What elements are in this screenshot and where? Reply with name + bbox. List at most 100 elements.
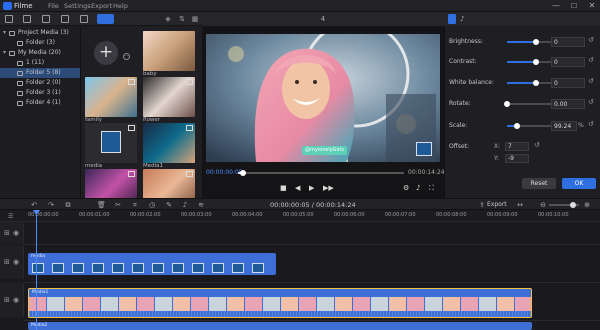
playhead[interactable] xyxy=(36,210,37,330)
media-thumbnail[interactable]: Media1 xyxy=(143,123,195,169)
slider-handle[interactable] xyxy=(504,101,510,107)
copy-icon[interactable]: ⧉ xyxy=(64,201,72,209)
white-balance-value[interactable]: 0 xyxy=(551,78,585,88)
reset-icon[interactable]: ↺ xyxy=(588,36,594,44)
grid-view-icon[interactable]: ▦ xyxy=(191,15,199,23)
menu-file[interactable]: File xyxy=(48,2,59,10)
next-frame-icon[interactable]: ▶▶ xyxy=(323,184,334,192)
zoom-slider[interactable] xyxy=(549,202,579,208)
tree-item[interactable]: Folder (3) xyxy=(0,38,80,48)
preview-scrubber[interactable] xyxy=(238,170,404,176)
split-icon[interactable]: ✂ xyxy=(114,201,122,209)
reset-icon[interactable]: ↺ xyxy=(588,56,594,64)
export-button[interactable]: Export xyxy=(487,201,507,208)
zoom-out-icon[interactable]: ⊖ xyxy=(539,201,547,209)
slider-handle[interactable] xyxy=(533,39,539,45)
video-properties-tab-icon[interactable] xyxy=(448,14,456,24)
video-badge-icon xyxy=(128,79,135,85)
contrast-value[interactable]: 0 xyxy=(551,57,585,67)
more-icon[interactable]: ⋯ xyxy=(123,53,130,60)
thumbnail-image xyxy=(143,31,195,71)
expand-icon[interactable]: ▾ xyxy=(3,28,6,38)
effects-tab-icon[interactable] xyxy=(80,15,88,23)
reset-button[interactable]: Reset xyxy=(522,178,556,189)
fullscreen-icon[interactable]: ⛶ xyxy=(429,184,434,193)
menu-settings[interactable]: Settings xyxy=(64,2,91,10)
slider-handle[interactable] xyxy=(513,123,520,129)
maximize-button[interactable]: ☐ xyxy=(566,0,582,12)
tree-item[interactable]: Folder 3 (1) xyxy=(0,88,80,98)
export-icon[interactable]: ⇪ xyxy=(478,201,486,209)
tree-item[interactable]: ▾ My Media (20) xyxy=(0,48,80,58)
menu-export[interactable]: Export xyxy=(91,2,112,10)
clip-frame xyxy=(191,297,208,311)
offset-y-input[interactable]: -9 xyxy=(505,154,529,163)
crop-icon[interactable]: ⌗ xyxy=(131,201,139,209)
reset-icon[interactable]: ↺ xyxy=(588,77,594,85)
tree-item-label: Project Media (3) xyxy=(18,29,69,36)
media-thumbnail[interactable]: media xyxy=(85,123,137,169)
video-preview[interactable]: @mylovelyGirls xyxy=(206,34,440,162)
track-lock-icon[interactable]: ⊞ xyxy=(4,296,10,304)
audio-properties-tab-icon[interactable]: ♪ xyxy=(460,15,464,23)
ok-button[interactable]: OK xyxy=(562,178,596,189)
track-visibility-icon[interactable]: ◉ xyxy=(13,258,19,266)
close-button[interactable]: ✕ xyxy=(584,0,600,12)
settings-icon[interactable]: ⚙ xyxy=(403,184,409,192)
speed-icon[interactable]: ◷ xyxy=(148,201,156,209)
layers-icon[interactable]: ◈ xyxy=(164,15,172,23)
track-menu-icon[interactable]: ☰ xyxy=(8,213,13,220)
transition-tab-icon[interactable] xyxy=(61,15,69,23)
sort-icon[interactable]: ⇅ xyxy=(178,15,186,23)
fit-icon[interactable]: ↔ xyxy=(516,201,524,209)
reset-icon[interactable]: ↺ xyxy=(588,120,594,128)
expand-icon[interactable]: ▾ xyxy=(3,48,6,58)
offset-x-input[interactable]: 7 xyxy=(505,142,529,151)
media-tab-icon[interactable] xyxy=(5,15,13,23)
stop-icon[interactable]: ■ xyxy=(280,184,287,192)
add-media-button[interactable]: + xyxy=(94,41,118,65)
reset-icon[interactable]: ↺ xyxy=(588,98,594,106)
track-lock-icon[interactable]: ⊞ xyxy=(4,258,10,266)
scale-value[interactable]: 99.24 xyxy=(551,121,577,131)
video-clip[interactable]: Media2 xyxy=(28,322,532,330)
audio-detach-icon[interactable]: ≋ xyxy=(197,201,205,209)
scrubber-handle[interactable] xyxy=(239,170,246,176)
color-icon[interactable]: ✎ xyxy=(165,201,173,209)
track-visibility-icon[interactable]: ◉ xyxy=(13,229,19,237)
text-tab-icon[interactable] xyxy=(42,15,50,23)
track-visibility-icon[interactable]: ◉ xyxy=(13,296,19,304)
microphone-icon[interactable]: ♪ xyxy=(181,201,189,209)
tree-item[interactable]: Folder 4 (1) xyxy=(0,98,80,108)
elements-tab-icon[interactable] xyxy=(97,14,114,24)
reset-offset-icon[interactable]: ↺ xyxy=(534,141,540,149)
menu-help[interactable]: Help xyxy=(113,2,128,10)
media-thumbnail[interactable]: flower xyxy=(143,77,195,123)
redo-icon[interactable]: ↷ xyxy=(47,201,55,209)
play-icon[interactable]: ▶ xyxy=(309,184,314,192)
media-thumbnail[interactable]: family xyxy=(85,77,137,123)
slider-handle[interactable] xyxy=(533,59,539,65)
timeline-timecode: 00:00:00:05 / 00:00:14:24 xyxy=(270,201,356,209)
zoom-handle[interactable] xyxy=(570,202,576,208)
timeline-tracks: ⊞ ◉ ⊞ ◉ media ⊞ ◉ Media1 Media2 xyxy=(0,222,600,330)
tree-item[interactable]: Folder 2 (0) xyxy=(0,78,80,88)
undo-icon[interactable]: ↶ xyxy=(30,201,38,209)
track-lock-icon[interactable]: ⊞ xyxy=(4,229,10,237)
audio-tab-icon[interactable] xyxy=(23,15,31,23)
tree-item[interactable]: ▾ Project Media (3) xyxy=(0,28,80,38)
video-clip-selected[interactable]: Media1 xyxy=(28,288,532,318)
volume-icon[interactable]: ♪ xyxy=(416,184,420,192)
zoom-in-icon[interactable]: ⊕ xyxy=(583,201,591,209)
slider-handle[interactable] xyxy=(533,80,539,86)
timeline-ruler[interactable]: ☰ 00:00:00:00 00:00:01:00 00:00:02:00 00:00… xyxy=(0,210,600,222)
rotate-value[interactable]: 0.00 xyxy=(551,99,585,109)
brightness-value[interactable]: 0 xyxy=(551,37,585,47)
delete-icon[interactable]: 🗑 xyxy=(97,201,106,209)
minimize-button[interactable]: — xyxy=(548,0,564,12)
video-clip[interactable]: media xyxy=(28,253,276,275)
tree-item[interactable]: Folder 5 (8) xyxy=(0,68,80,78)
tree-item[interactable]: 1 (11) xyxy=(0,58,80,68)
previous-frame-icon[interactable]: ◀ xyxy=(295,184,300,192)
media-thumbnail[interactable] xyxy=(143,31,195,71)
